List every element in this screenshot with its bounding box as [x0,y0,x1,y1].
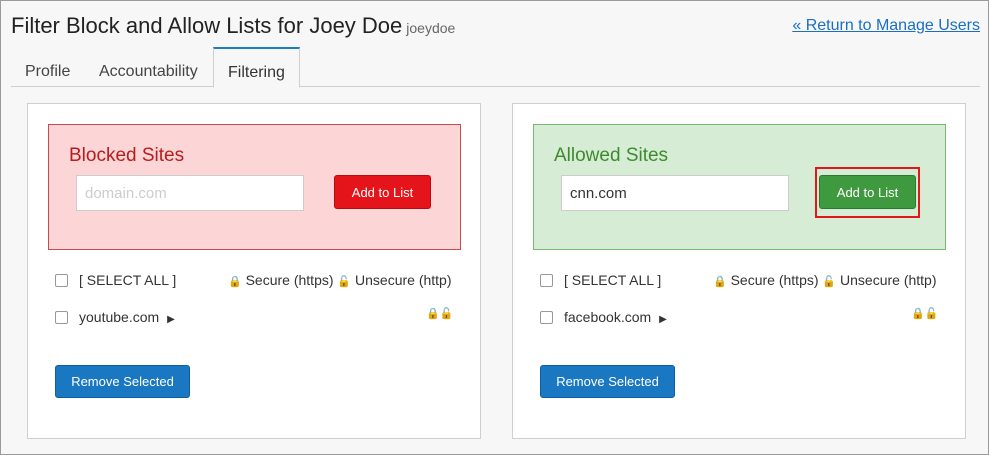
return-to-manage-users-link[interactable]: « Return to Manage Users [792,17,980,35]
secure-label: Secure (https) [245,272,334,288]
unlock-icon: 🔓 [822,276,837,288]
allowed-site-checkbox[interactable] [540,311,553,324]
lock-icon: 🔒 [228,276,242,288]
page-title: Filter Block and Allow Lists for Joey Do… [11,13,455,39]
allowed-remove-selected-button[interactable]: Remove Selected [540,365,675,398]
unlock-icon: 🔓 [337,276,352,288]
blocked-remove-selected-button[interactable]: Remove Selected [55,365,190,398]
lock-icon[interactable]: 🔒 [911,308,925,320]
blocked-sites-title: Blocked Sites [69,145,185,166]
blocked-legend: 🔒 Secure (https) 🔓 Unsecure (http) [228,272,452,288]
allowed-add-to-list-button[interactable]: Add to List [819,175,916,209]
blocked-select-all-label: [ SELECT ALL ] [79,272,177,288]
allowed-legend: 🔒 Secure (https) 🔓 Unsecure (http) [713,272,937,288]
tab-profile[interactable]: Profile [11,47,84,87]
expand-arrow-icon[interactable]: ▶ [167,314,175,325]
lock-icon[interactable]: 🔒 [426,308,440,320]
allowed-select-all-checkbox[interactable] [540,274,553,287]
blocked-site-locks: 🔒🔓 [426,307,453,320]
blocked-site-checkbox[interactable] [55,311,68,324]
unlock-icon[interactable]: 🔓 [925,308,939,320]
blocked-sites-panel: Blocked Sites Add to List [48,124,461,250]
allowed-select-all-label: [ SELECT ALL ] [564,272,662,288]
tab-bar: Profile Accountability Filtering [11,47,980,88]
blocked-domain-input[interactable] [76,175,304,211]
expand-arrow-icon[interactable]: ▶ [659,314,667,325]
blocked-sites-card: Blocked Sites Add to List [ SELECT ALL ]… [27,103,481,439]
unsecure-label: Unsecure (http) [355,272,452,288]
blocked-add-to-list-button[interactable]: Add to List [334,175,431,209]
allowed-site-locks: 🔒🔓 [911,307,938,320]
page-header: Filter Block and Allow Lists for Joey Do… [11,13,980,43]
allowed-domain-input[interactable] [561,175,789,211]
tab-accountability[interactable]: Accountability [85,47,212,87]
allowed-sites-card: Allowed Sites Add to List [ SELECT ALL ]… [512,103,966,439]
allowed-site-domain: facebook.com [564,309,652,325]
allowed-sites-panel: Allowed Sites Add to List [533,124,946,250]
unlock-icon[interactable]: 🔓 [440,308,454,320]
blocked-select-all-checkbox[interactable] [55,274,68,287]
username-label: joeydoe [406,20,456,36]
tab-filtering[interactable]: Filtering [213,47,300,88]
blocked-site-domain: youtube.com [79,309,160,325]
secure-label: Secure (https) [730,272,819,288]
unsecure-label: Unsecure (http) [840,272,937,288]
page-title-text: Filter Block and Allow Lists for Joey Do… [11,13,403,38]
lock-icon: 🔒 [713,276,727,288]
allowed-sites-title: Allowed Sites [554,145,669,166]
